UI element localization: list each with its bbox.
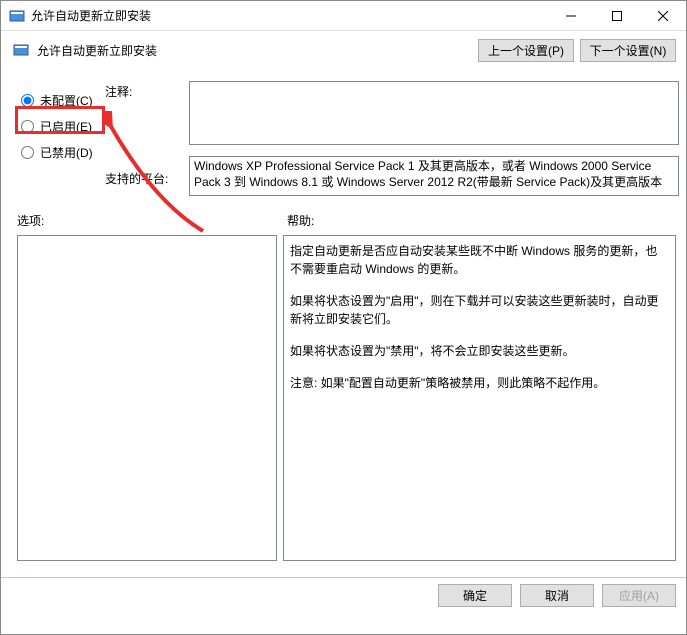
help-label: 帮助: xyxy=(287,212,314,229)
radio-enabled-input[interactable] xyxy=(21,120,34,133)
header-title: 允许自动更新立即安装 xyxy=(37,42,472,59)
titlebar: 允许自动更新立即安装 xyxy=(1,1,686,31)
help-text-p4: 注意: 如果"配置自动更新"策略被禁用，则此策略不起作用。 xyxy=(290,374,669,392)
comment-label: 注释: xyxy=(105,81,189,100)
radio-enabled-label: 已启用(E) xyxy=(40,118,92,135)
help-pane[interactable]: 指定自动更新是否应自动安装某些既不中断 Windows 服务的更新，也不需要重启… xyxy=(283,235,676,561)
cancel-button[interactable]: 取消 xyxy=(520,584,594,607)
state-radio-group: 未配置(C) 已启用(E) 已禁用(D) xyxy=(17,81,105,165)
apply-button[interactable]: 应用(A) xyxy=(602,584,676,607)
header-row: 允许自动更新立即安装 上一个设置(P) 下一个设置(N) xyxy=(1,31,686,69)
footer: 确定 取消 应用(A) xyxy=(1,577,686,613)
policy-icon xyxy=(13,42,29,58)
radio-not-configured-label: 未配置(C) xyxy=(40,92,93,109)
ok-button[interactable]: 确定 xyxy=(438,584,512,607)
minimize-button[interactable] xyxy=(548,1,594,31)
radio-disabled-label: 已禁用(D) xyxy=(40,144,93,161)
help-text-p2: 如果将状态设置为"启用"，则在下载并可以安装这些更新装时，自动更新将立即安装它们… xyxy=(290,292,669,328)
platform-label: 支持的平台: xyxy=(105,170,189,187)
help-text-p1: 指定自动更新是否应自动安装某些既不中断 Windows 服务的更新，也不需要重启… xyxy=(290,242,669,278)
radio-not-configured[interactable]: 未配置(C) xyxy=(17,87,105,113)
prev-setting-button[interactable]: 上一个设置(P) xyxy=(478,39,574,62)
maximize-button[interactable] xyxy=(594,1,640,31)
supported-platforms-box[interactable]: Windows XP Professional Service Pack 1 及… xyxy=(189,156,679,196)
radio-disabled-input[interactable] xyxy=(21,146,34,159)
policy-icon xyxy=(9,8,25,24)
radio-enabled[interactable]: 已启用(E) xyxy=(17,113,105,139)
radio-disabled[interactable]: 已禁用(D) xyxy=(17,139,105,165)
close-button[interactable] xyxy=(640,1,686,31)
options-pane[interactable] xyxy=(17,235,277,561)
options-label: 选项: xyxy=(17,212,287,229)
comment-textarea[interactable] xyxy=(189,81,679,145)
radio-not-configured-input[interactable] xyxy=(21,94,34,107)
window-title: 允许自动更新立即安装 xyxy=(31,7,548,24)
next-setting-button[interactable]: 下一个设置(N) xyxy=(580,39,676,62)
help-text-p3: 如果将状态设置为"禁用"，将不会立即安装这些更新。 xyxy=(290,342,669,360)
